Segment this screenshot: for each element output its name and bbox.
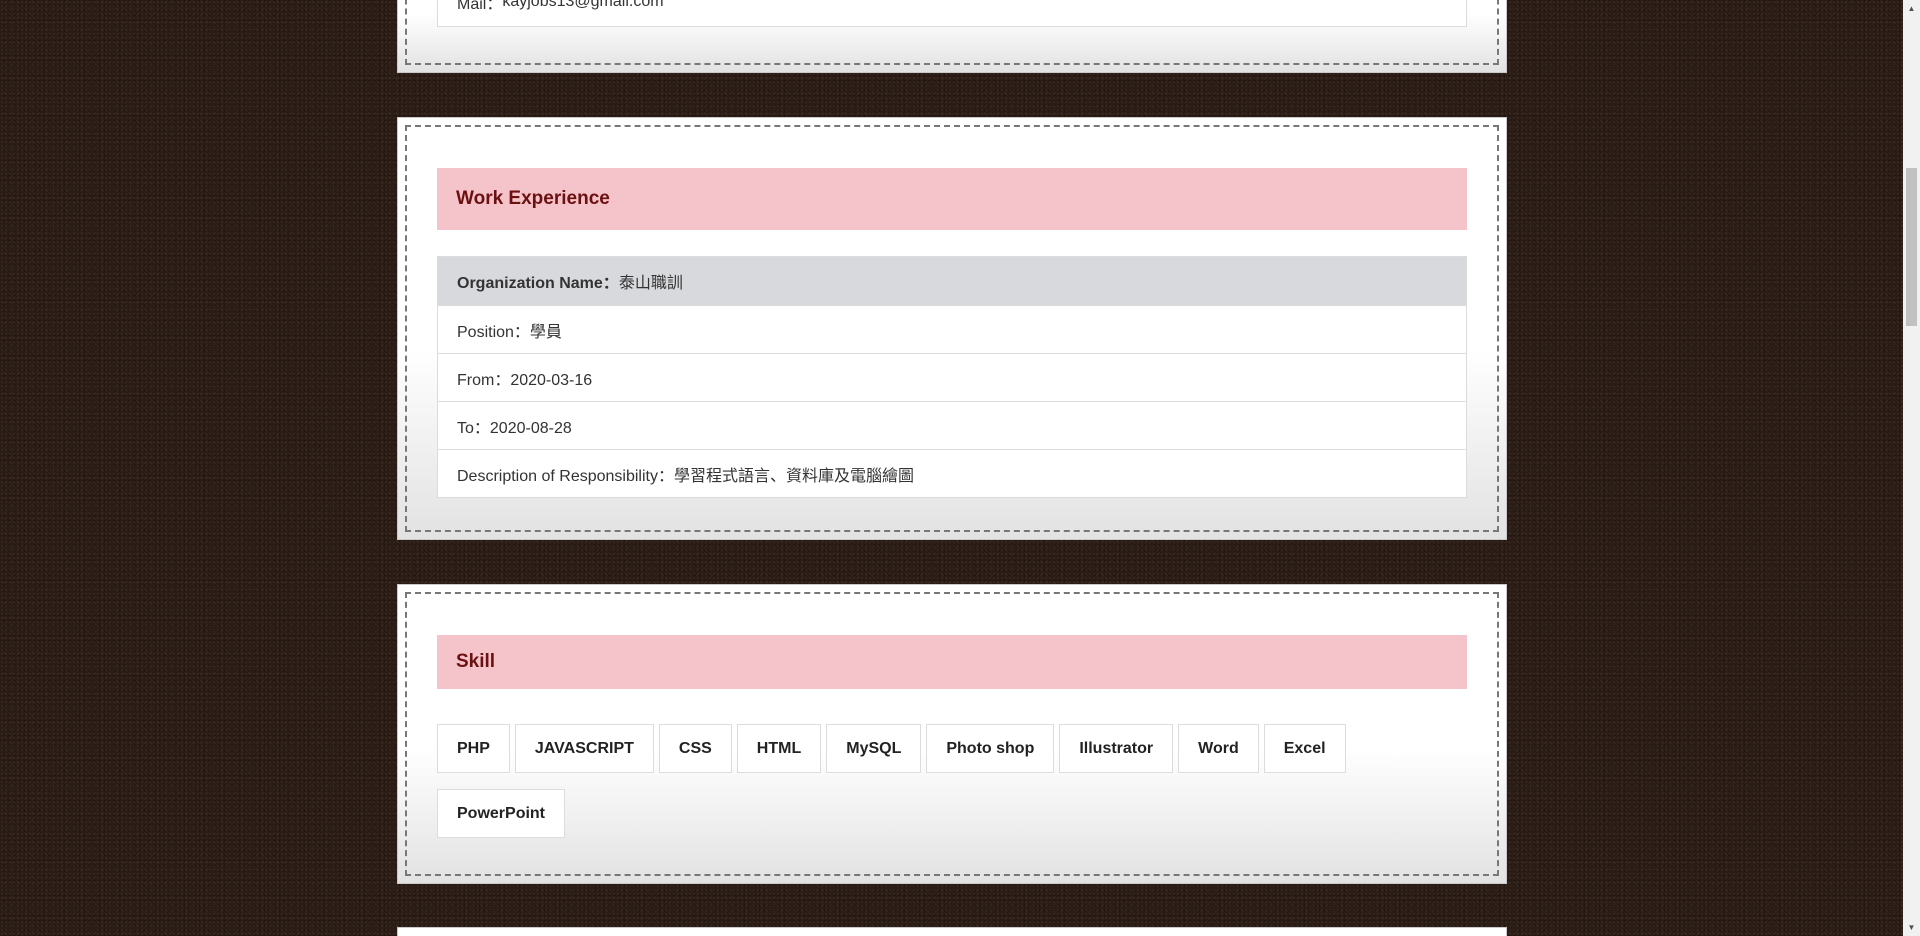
work-experience-card-inner: Work Experience Organization Name： 泰山職訓 P… (405, 125, 1499, 532)
description-text: Description of Responsibility：學習程式語言、資料庫… (457, 467, 914, 485)
scrollbar-thumb[interactable] (1906, 168, 1917, 326)
skill-tag-word: Word (1178, 724, 1259, 773)
skill-card: Skill PHP JAVASCRIPT CSS HTML MySQL Phot… (397, 584, 1507, 884)
work-experience-title: Work Experience (456, 188, 610, 209)
skill-title: Skill (456, 651, 496, 672)
from-row: From：2020-03-16 (438, 353, 1466, 401)
contact-card: Mail： kayjobs13@gmail.com (397, 0, 1507, 73)
next-section-card (397, 927, 1507, 936)
mail-label: Mail： (457, 0, 503, 13)
contact-rows: Mail： kayjobs13@gmail.com (437, 0, 1467, 27)
from-text: From：2020-03-16 (457, 371, 593, 389)
skill-tag-illustrator: Illustrator (1059, 724, 1174, 773)
skill-tag-php: PHP (437, 724, 510, 773)
skill-tag-mysql: MySQL (826, 724, 922, 773)
to-row: To：2020-08-28 (438, 401, 1466, 449)
skill-list: PHP JAVASCRIPT CSS HTML MySQL Photo shop… (437, 724, 1467, 838)
scroll-down-arrow-icon[interactable]: ▼ (1903, 919, 1920, 936)
skill-tag-photoshop: Photo shop (926, 724, 1055, 773)
work-experience-rows: Organization Name： 泰山職訓 Position：學員 From：… (437, 256, 1467, 498)
organization-row: Organization Name： 泰山職訓 (438, 257, 1466, 305)
position-row: Position：學員 (438, 305, 1466, 353)
mail-value: kayjobs13@gmail.com (502, 0, 664, 10)
organization-label: Organization Name： (457, 275, 619, 292)
position-text: Position：學員 (457, 323, 562, 341)
skill-card-inner: Skill PHP JAVASCRIPT CSS HTML MySQL Phot… (405, 592, 1499, 876)
skill-tag-css: CSS (658, 724, 732, 773)
description-row: Description of Responsibility：學習程式語言、資料庫… (438, 449, 1466, 497)
page-scrollbar[interactable]: ▲ ▼ (1903, 0, 1920, 936)
work-experience-header: Work Experience (437, 168, 1467, 230)
organization-value: 泰山職訓 (618, 275, 683, 292)
work-experience-card: Work Experience Organization Name： 泰山職訓 P… (397, 117, 1507, 540)
skill-tag-javascript: JAVASCRIPT (514, 724, 654, 773)
skill-tag-excel: Excel (1263, 724, 1346, 773)
skill-tag-powerpoint: PowerPoint (437, 789, 566, 838)
skill-tag-html: HTML (736, 724, 822, 773)
contact-card-inner: Mail： kayjobs13@gmail.com (405, 0, 1499, 65)
scroll-up-arrow-icon[interactable]: ▲ (1903, 0, 1920, 17)
to-text: To：2020-08-28 (457, 419, 572, 437)
skill-header: Skill (437, 635, 1467, 689)
contact-mail-row: Mail： kayjobs13@gmail.com (438, 0, 1466, 26)
